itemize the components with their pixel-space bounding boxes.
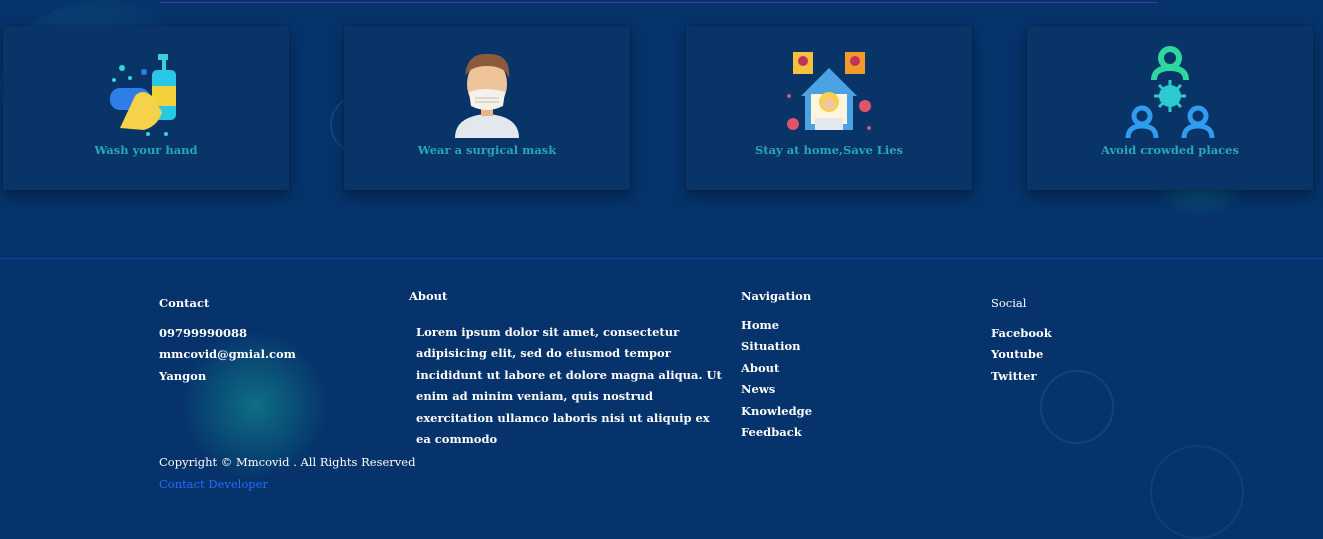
nav-link-situation[interactable]: Situation: [741, 336, 812, 358]
footer-about: About Lorem ipsum dolor sit amet, consec…: [409, 286, 726, 451]
contact-phone: 09799990088: [159, 325, 248, 340]
hand-wash-icon: [110, 54, 176, 136]
card-caption: Wear a surgical mask: [417, 143, 557, 157]
card-wash-hands: Wash your hand: [3, 26, 289, 190]
masked-man-icon: [455, 53, 519, 138]
footer-navigation: Navigation Home Situation About News Kno…: [741, 286, 812, 444]
social-link-twitter[interactable]: Twitter: [991, 366, 1052, 388]
contact-heading: Contact: [159, 296, 210, 310]
footer-contact: Contact 09799990088 mmcovid@gmial.com Ya…: [159, 293, 296, 387]
card-stay-home: Stay at home,Save Lies: [686, 26, 972, 190]
copyright-block: Copyright © Mmcovid . All Rights Reserve…: [159, 452, 415, 495]
nav-link-feedback[interactable]: Feedback: [741, 422, 812, 444]
navigation-heading: Navigation: [741, 289, 812, 303]
card-avoid-crowds: Avoid crowded places: [1027, 26, 1313, 190]
copyright-text: Copyright © Mmcovid . All Rights Reserve…: [159, 455, 416, 469]
social-link-facebook[interactable]: Facebook: [991, 323, 1052, 345]
crowd-virus-icon: [1125, 46, 1215, 138]
virus-bg-decoration: [1150, 445, 1244, 539]
contact-developer-link[interactable]: Contact Developer: [159, 474, 415, 496]
stay-home-icon: [787, 52, 871, 130]
footer-social: Social Facebook Youtube Twitter: [991, 293, 1052, 387]
nav-link-home[interactable]: Home: [741, 315, 812, 337]
card-caption: Stay at home,Save Lies: [754, 143, 904, 157]
top-divider: [159, 2, 1158, 3]
card-caption: Wash your hand: [94, 143, 198, 157]
social-link-youtube[interactable]: Youtube: [991, 344, 1052, 366]
nav-link-news[interactable]: News: [741, 379, 812, 401]
contact-email: mmcovid@gmial.com: [159, 347, 296, 361]
social-heading: Social: [991, 296, 1027, 310]
nav-link-about[interactable]: About: [741, 358, 812, 380]
card-caption: Avoid crowded places: [1101, 143, 1239, 157]
card-wear-mask: Wear a surgical mask: [344, 26, 630, 190]
footer-divider: [0, 258, 1323, 259]
about-text: Lorem ipsum dolor sit amet, consectetur …: [416, 324, 722, 447]
nav-link-knowledge[interactable]: Knowledge: [741, 401, 812, 423]
contact-city: Yangon: [159, 368, 207, 383]
about-heading: About: [409, 289, 448, 303]
prevention-cards: Wash your hand Wear a surgical mask Stay…: [3, 26, 1315, 190]
